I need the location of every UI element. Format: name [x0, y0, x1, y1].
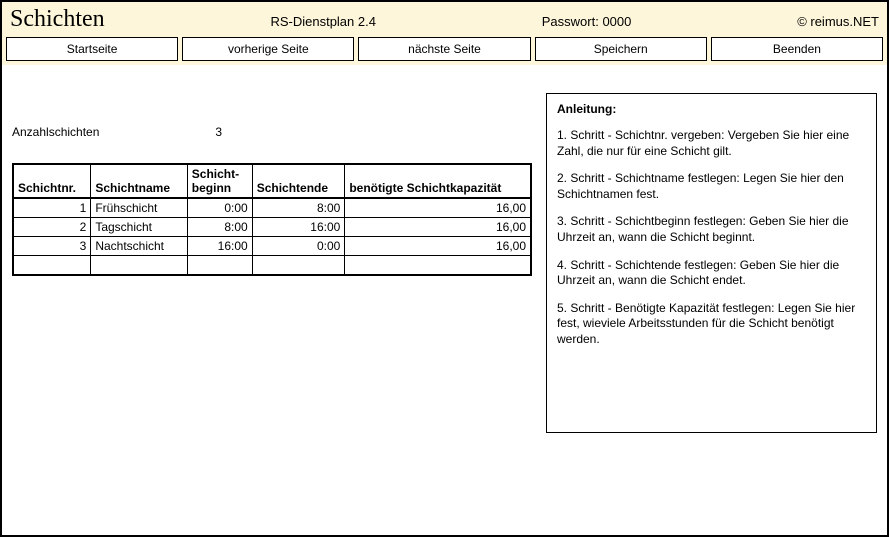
content-area: Anzahlschichten 3 Schichtnr. Schichtname… [2, 65, 887, 443]
help-step: 1. Schritt - Schichtnr. vergeben: Vergeb… [557, 128, 866, 159]
cell-end[interactable]: 0:00 [252, 237, 345, 256]
prev-page-button[interactable]: vorherige Seite [182, 37, 354, 61]
cell-cap[interactable] [345, 256, 531, 276]
cell-begin[interactable]: 16:00 [187, 237, 252, 256]
help-step: 2. Schritt - Schichtname festlegen: Lege… [557, 171, 866, 202]
help-panel: Anleitung: 1. Schritt - Schichtnr. verge… [546, 93, 877, 433]
left-panel: Anzahlschichten 3 Schichtnr. Schichtname… [12, 75, 532, 433]
help-step: 3. Schritt - Schichtbeginn festlegen: Ge… [557, 214, 866, 245]
table-row[interactable] [13, 256, 531, 276]
cell-nr[interactable] [13, 256, 91, 276]
shift-count-value: 3 [215, 125, 222, 139]
help-title: Anleitung: [557, 102, 866, 116]
cell-name[interactable]: Tagschicht [91, 218, 187, 237]
cell-begin[interactable]: 0:00 [187, 198, 252, 218]
cell-end[interactable]: 16:00 [252, 218, 345, 237]
table-header-row: Schichtnr. Schichtname Schicht-beginn Sc… [13, 164, 531, 198]
help-step: 4. Schritt - Schichtende festlegen: Gebe… [557, 258, 866, 289]
table-row[interactable]: 3 Nachtschicht 16:00 0:00 16,00 [13, 237, 531, 256]
cell-begin[interactable] [187, 256, 252, 276]
cell-name[interactable]: Frühschicht [91, 198, 187, 218]
password-label: Passwort: 0000 [542, 14, 632, 29]
table-row[interactable]: 1 Frühschicht 0:00 8:00 16,00 [13, 198, 531, 218]
header-bar: Schichten RS-Dienstplan 2.4 Passwort: 00… [2, 2, 887, 37]
table-row[interactable]: 2 Tagschicht 8:00 16:00 16,00 [13, 218, 531, 237]
cell-cap[interactable]: 16,00 [345, 198, 531, 218]
cell-nr[interactable]: 1 [13, 198, 91, 218]
app-name: RS-Dienstplan 2.4 [270, 14, 376, 29]
shift-count-label: Anzahlschichten [12, 125, 212, 139]
brand-label: © reimus.NET [797, 14, 879, 29]
col-cap: benötigte Schichtkapazität [345, 164, 531, 198]
cell-end[interactable] [252, 256, 345, 276]
shift-count-row: Anzahlschichten 3 [12, 125, 532, 139]
save-button[interactable]: Speichern [535, 37, 707, 61]
cell-name[interactable] [91, 256, 187, 276]
shift-table: Schichtnr. Schichtname Schicht-beginn Sc… [12, 163, 532, 276]
col-end: Schichtende [252, 164, 345, 198]
quit-button[interactable]: Beenden [711, 37, 883, 61]
cell-name[interactable]: Nachtschicht [91, 237, 187, 256]
page-title: Schichten [10, 6, 105, 33]
cell-cap[interactable]: 16,00 [345, 218, 531, 237]
cell-nr[interactable]: 3 [13, 237, 91, 256]
col-begin: Schicht-beginn [187, 164, 252, 198]
col-name: Schichtname [91, 164, 187, 198]
cell-cap[interactable]: 16,00 [345, 237, 531, 256]
cell-nr[interactable]: 2 [13, 218, 91, 237]
cell-end[interactable]: 8:00 [252, 198, 345, 218]
help-step: 5. Schritt - Benötigte Kapazität festleg… [557, 301, 866, 348]
cell-begin[interactable]: 8:00 [187, 218, 252, 237]
col-nr: Schichtnr. [13, 164, 91, 198]
toolbar: Startseite vorherige Seite nächste Seite… [2, 37, 887, 65]
home-button[interactable]: Startseite [6, 37, 178, 61]
next-page-button[interactable]: nächste Seite [358, 37, 530, 61]
